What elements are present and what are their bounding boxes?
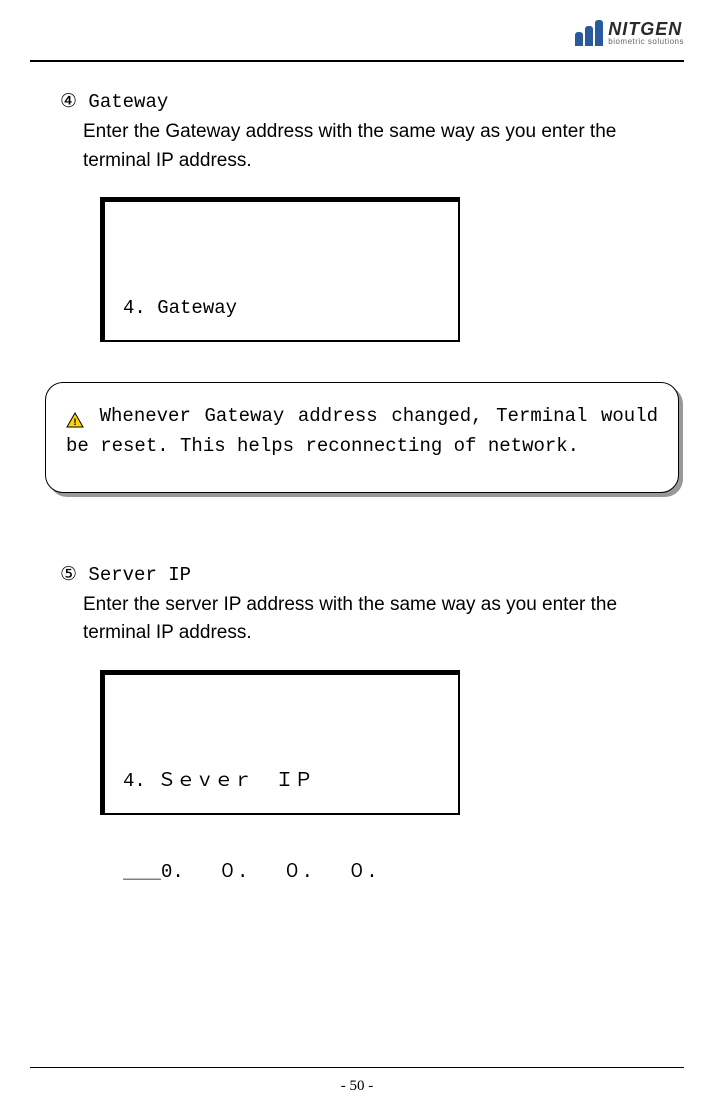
server-ip-lcd-box: 4. Ｓｅｖｅｒ ＩＰ ＿＿0. ０. ０. ０. bbox=[100, 670, 460, 815]
header-divider bbox=[30, 60, 684, 62]
footer-divider bbox=[30, 1067, 684, 1069]
logo-bars-icon bbox=[575, 20, 603, 46]
logo-text: NITGEN biometric solutions bbox=[608, 20, 684, 46]
page-number: - 50 - bbox=[0, 1078, 714, 1095]
warning-icon: ! bbox=[66, 408, 84, 424]
brand-name: NITGEN bbox=[608, 20, 684, 38]
section-4-title: ④ Gateway bbox=[60, 90, 674, 113]
section-5-title: ⑤ Server IP bbox=[60, 563, 674, 586]
section-5-body: Enter the server IP address with the sam… bbox=[83, 591, 674, 648]
page-content: ④ Gateway Enter the Gateway address with… bbox=[60, 90, 674, 815]
brand-header: NITGEN biometric solutions bbox=[575, 20, 684, 46]
lcd-line-2: ＿＿0. ０. ０. ０. bbox=[123, 857, 440, 887]
svg-text:!: ! bbox=[72, 418, 78, 428]
lcd-line-1: 4. Gateway bbox=[123, 293, 440, 323]
warning-text: Whenever Gateway address changed, Termin… bbox=[66, 405, 658, 457]
warning-note: ! Whenever Gateway address changed, Term… bbox=[45, 382, 679, 493]
brand-subtitle: biometric solutions bbox=[608, 38, 684, 46]
gateway-lcd-box: 4. Gateway ＿＿0. 0. 0. 0. bbox=[100, 197, 460, 342]
lcd-line-1: 4. Ｓｅｖｅｒ ＩＰ bbox=[123, 766, 440, 796]
section-4-body: Enter the Gateway address with the same … bbox=[83, 118, 674, 175]
